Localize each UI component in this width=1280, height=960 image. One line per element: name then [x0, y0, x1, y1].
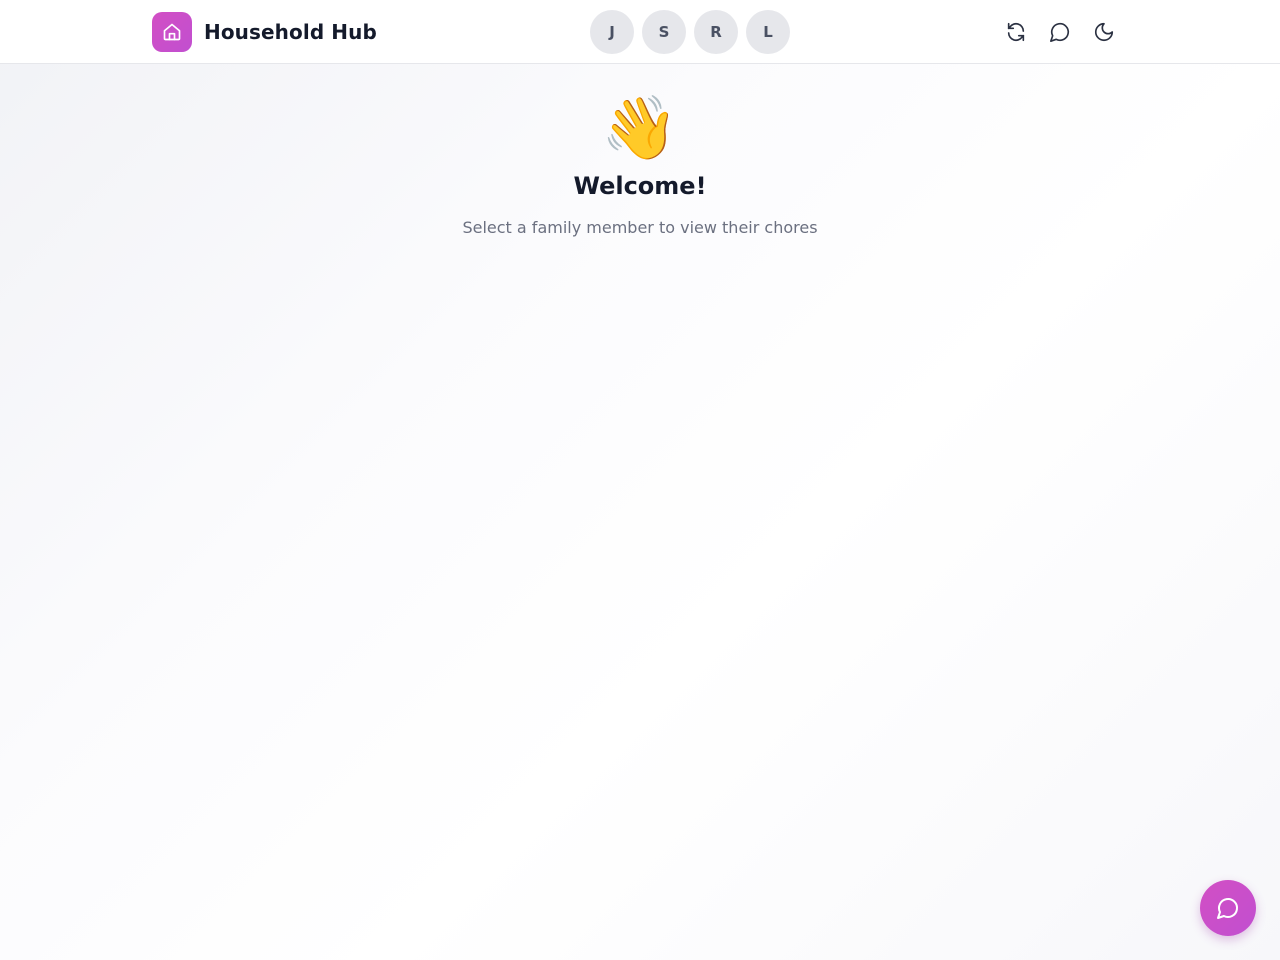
theme-toggle-button[interactable] [1088, 16, 1120, 48]
welcome-subtitle: Select a family member to view their cho… [462, 218, 818, 237]
waving-hand-icon: 👋 [601, 91, 679, 164]
home-icon [152, 12, 192, 52]
refresh-icon [1007, 22, 1025, 42]
welcome-title: Welcome! [573, 172, 707, 200]
member-avatar-r[interactable]: R [694, 10, 738, 54]
chat-button[interactable] [1044, 16, 1076, 48]
app-title: Household Hub [204, 20, 377, 44]
member-avatar-l[interactable]: L [746, 10, 790, 54]
brand[interactable]: Household Hub [152, 12, 377, 52]
chat-icon [1217, 898, 1238, 919]
moon-icon [1094, 22, 1114, 42]
app-header: Household Hub J S R L [0, 0, 1280, 64]
chat-icon [1050, 22, 1070, 42]
chat-fab-button[interactable] [1200, 880, 1256, 936]
header-actions [1000, 16, 1120, 48]
welcome-panel: 👋 Welcome! Select a family member to vie… [0, 90, 1280, 237]
member-avatar-j[interactable]: J [590, 10, 634, 54]
member-selector: J S R L [590, 10, 790, 54]
refresh-button[interactable] [1000, 16, 1032, 48]
member-avatar-s[interactable]: S [642, 10, 686, 54]
